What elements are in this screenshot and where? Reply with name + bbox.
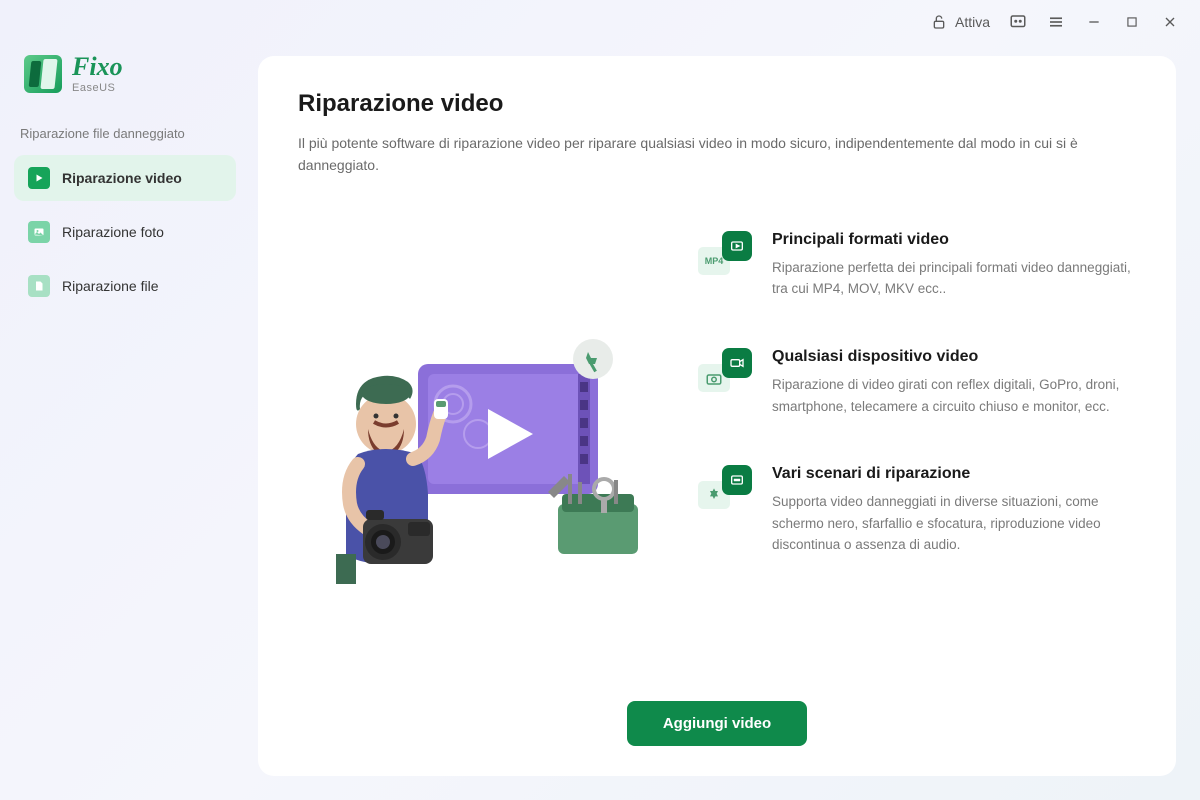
close-icon[interactable] [1160, 12, 1180, 32]
minimize-icon[interactable] [1084, 12, 1104, 32]
features-list: MP4 Principali formati video Riparazione… [698, 217, 1136, 681]
sidebar-item-video-repair[interactable]: Riparazione video [14, 155, 236, 201]
feature-devices: Qualsiasi dispositivo video Riparazione … [698, 348, 1136, 417]
formats-icon: MP4 [698, 231, 752, 279]
maximize-icon[interactable] [1122, 12, 1142, 32]
logo-subtitle: EaseUS [72, 82, 123, 94]
feature-title: Principali formati video [772, 231, 1136, 249]
feature-formats: MP4 Principali formati video Riparazione… [698, 231, 1136, 300]
activate-label: Attiva [955, 14, 990, 30]
layout: Fixo EaseUS Riparazione file danneggiato… [0, 44, 1200, 800]
sidebar-item-label: Riparazione foto [62, 224, 164, 240]
cta-row: Aggiungi video [298, 701, 1136, 746]
page-description: Il più potente software di riparazione v… [298, 132, 1136, 177]
content-card: Riparazione video Il più potente softwar… [258, 56, 1176, 776]
scenarios-icon [698, 465, 752, 513]
sidebar-item-file-repair[interactable]: Riparazione file [14, 263, 236, 309]
devices-icon [698, 348, 752, 396]
feedback-icon[interactable] [1008, 12, 1028, 32]
activate-button[interactable]: Attiva [929, 12, 990, 32]
page-title: Riparazione video [298, 90, 1136, 118]
sidebar-section-label: Riparazione file danneggiato [14, 118, 236, 155]
lock-icon [929, 12, 949, 32]
logo-icon [24, 55, 62, 93]
menu-icon[interactable] [1046, 12, 1066, 32]
titlebar: Attiva [0, 0, 1200, 44]
sidebar-item-label: Riparazione video [62, 170, 182, 186]
feature-title: Vari scenari di riparazione [772, 465, 1136, 483]
feature-title: Qualsiasi dispositivo video [772, 348, 1136, 366]
feature-desc: Riparazione perfetta dei principali form… [772, 257, 1136, 300]
content-row: MP4 Principali formati video Riparazione… [298, 217, 1136, 681]
add-video-button[interactable]: Aggiungi video [627, 701, 807, 746]
feature-desc: Supporta video danneggiati in diverse si… [772, 491, 1136, 556]
sidebar-item-label: Riparazione file [62, 278, 159, 294]
play-icon [28, 167, 50, 189]
feature-desc: Riparazione di video girati con reflex d… [772, 374, 1136, 417]
sidebar: Fixo EaseUS Riparazione file danneggiato… [0, 44, 250, 800]
logo-name: Fixo [72, 54, 123, 80]
logo: Fixo EaseUS [14, 44, 236, 118]
file-icon [28, 275, 50, 297]
sidebar-item-photo-repair[interactable]: Riparazione foto [14, 209, 236, 255]
image-icon [28, 221, 50, 243]
illustration [298, 217, 658, 681]
feature-scenarios: Vari scenari di riparazione Supporta vid… [698, 465, 1136, 556]
main: Riparazione video Il più potente softwar… [250, 44, 1200, 800]
